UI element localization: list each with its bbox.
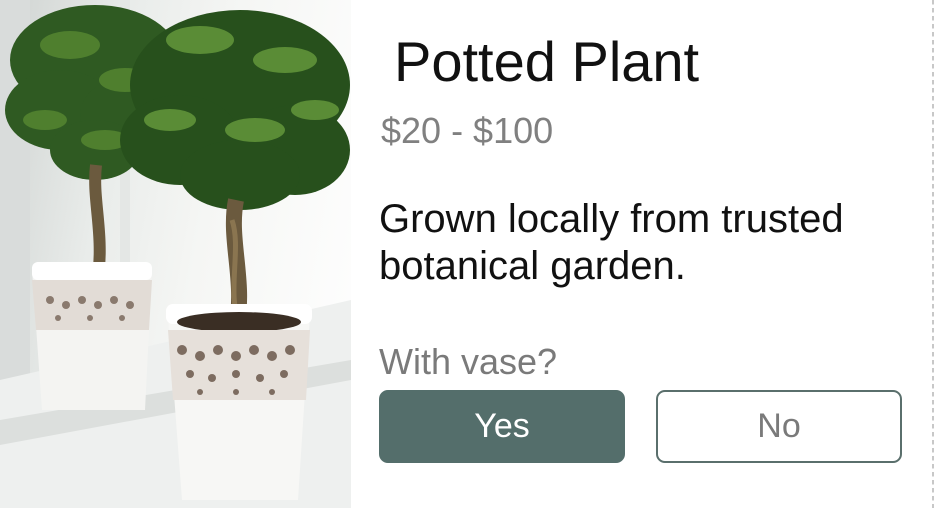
- product-photo: [0, 0, 351, 508]
- vase-question: With vase?: [379, 341, 558, 382]
- product-description: Grown locally from trusted botanical gar…: [379, 197, 844, 288]
- yes-button[interactable]: Yes: [379, 390, 625, 463]
- product-title: Potted Plant: [394, 30, 700, 93]
- product-card: Potted Plant $20 - $100 Grown locally fr…: [0, 0, 934, 508]
- price-range: $20 - $100: [381, 110, 554, 151]
- no-button[interactable]: No: [656, 390, 902, 463]
